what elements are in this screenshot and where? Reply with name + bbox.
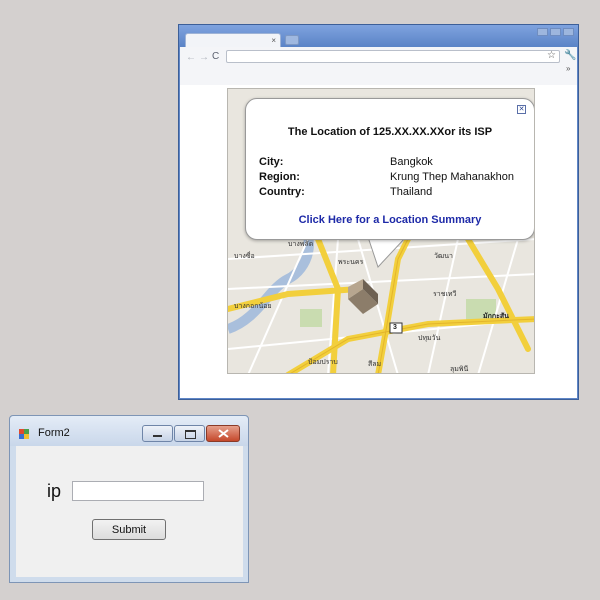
map-label: บางกอกน้อย [234,303,272,310]
form2-titlebar[interactable]: Form2 [10,416,248,446]
close-button[interactable] [206,425,240,442]
location-popup: ✕ The Location of 125.XX.XX.XXor its ISP… [245,98,534,240]
info-label: City: [259,156,284,168]
info-value: Krung Thep Mahanakhon [390,171,514,183]
map-label: สีลม [368,361,382,368]
browser-content: บางซื่อ บางพลัด พระนคร ป้อมปราบ วัฒนา รา… [180,85,577,398]
bookmarks-chevron-icon[interactable]: » [566,64,570,73]
new-tab-button[interactable] [285,35,299,45]
close-icon [218,429,229,438]
form2-window: Form2 ip Submit [9,415,249,583]
tab-close-icon[interactable]: × [271,34,276,47]
forward-arrow-icon[interactable]: → [199,52,209,63]
form2-client-area: ip Submit [16,446,243,577]
info-value: Thailand [390,186,433,198]
maximize-button[interactable] [174,425,205,442]
browser-titlebar[interactable]: × [179,25,578,47]
location-summary-link[interactable]: Click Here for a Location Summary [246,214,534,226]
map-label: ลุมพินี [450,366,469,373]
browser-window-controls [537,28,574,36]
submit-button[interactable]: Submit [92,519,166,540]
browser-toolbar: ← → C ☆ 🔧 » [180,47,577,85]
form2-title: Form2 [38,427,70,439]
ip-input[interactable] [72,481,204,501]
browser-tab[interactable]: × [185,33,281,47]
map-label: ราชเทวี [433,291,457,298]
road-marker: 3 [393,324,397,331]
info-value: Bangkok [390,156,433,168]
popup-title: The Location of 125.XX.XX.XXor its ISP [287,126,493,138]
back-arrow-icon[interactable]: ← [186,52,196,63]
map[interactable]: บางซื่อ บางพลัด พระนคร ป้อมปราบ วัฒนา รา… [227,88,535,374]
star-icon[interactable]: ☆ [547,50,556,61]
reload-icon[interactable]: C [212,51,219,62]
maximize-icon [185,430,196,439]
ip-label: ip [47,481,62,501]
wrench-icon[interactable]: 🔧 [564,50,576,61]
minimize-icon [153,435,162,437]
close-icon[interactable]: ✕ [517,105,526,114]
info-label: Country: [259,186,305,198]
form-app-icon [19,429,29,439]
info-label: Region: [259,171,300,183]
browser-maximize-button[interactable] [550,28,561,36]
map-label: พระนคร [338,259,364,266]
map-label: บางซื่อ [234,253,255,260]
address-bar[interactable]: ☆ [226,50,560,63]
map-label: ปทุมวัน [418,335,441,342]
map-label: ป้อมปราบ [308,359,338,366]
map-label: มักกะสัน [483,313,509,320]
browser-close-button[interactable] [563,28,574,36]
browser-minimize-button[interactable] [537,28,548,36]
browser-window: × ← → C ☆ 🔧 » บางซื่อ บางพลัด พระนคร ป้อ… [178,24,579,400]
map-label: บางพลัด [288,241,314,248]
minimize-button[interactable] [142,425,173,442]
map-label: วัฒนา [434,253,453,260]
